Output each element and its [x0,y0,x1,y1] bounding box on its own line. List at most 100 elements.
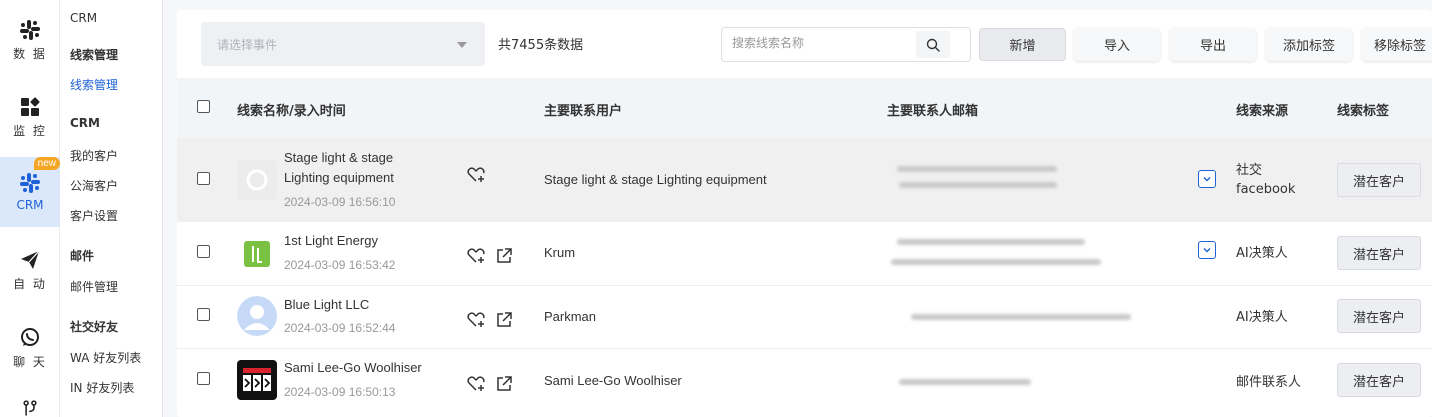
lead-tag-button[interactable]: 潜在客户 [1337,236,1421,270]
menu-group-social: 社交好友 [70,320,119,334]
new-badge: new [33,157,60,170]
table-header: 线索名称/录入时间 主要联系用户 主要联系人邮箱 线索来源 线索标签 [177,78,1432,138]
rail-label: 监 控 [13,123,47,138]
heart-plus-icon[interactable] [466,165,486,185]
menu-group-crm: CRM [70,116,100,130]
table-row[interactable]: Sami Lee-Go Woolhiser 2024-03-09 16:50:1… [177,349,1432,417]
rail-label: CRM [16,198,44,212]
rail-item-auto[interactable]: 自 动 [0,235,60,305]
rail-item-data[interactable]: 数 据 [0,5,60,75]
toolbar: 请选择事件 共7455条数据 新增 导入 导出 添加标签 移除标签 [177,10,1432,78]
expand-toggle[interactable] [1198,241,1216,259]
header-tag: 线索标签 [1337,104,1390,119]
contact-name: Parkman [544,309,597,324]
menu-item-leads[interactable]: 线索管理 [70,76,118,93]
slack-icon [20,19,40,40]
menu-item-wa-list[interactable]: WA 好友列表 [70,349,141,366]
menu-group-mail: 邮件 [70,249,95,263]
blurred-email [911,314,1131,320]
icon-rail: 数 据 监 控 new CRM 自 动 聊 天 [0,0,60,417]
lead-avatar [237,296,277,336]
header-source: 线索来源 [1236,104,1289,119]
chevron-down-icon [1203,248,1211,253]
lead-name[interactable]: 1st Light Energy [284,231,378,251]
expand-toggle[interactable] [1198,170,1216,188]
menu-item-public-customers[interactable]: 公海客户 [70,177,118,194]
external-link-icon[interactable] [494,374,514,394]
menu-item-mail-manage[interactable]: 邮件管理 [70,278,118,295]
export-button[interactable]: 导出 [1170,28,1256,61]
row-checkbox[interactable] [197,172,210,185]
row-checkbox[interactable] [197,245,210,258]
search-icon [926,38,940,52]
menu-group-leads: 线索管理 [70,48,119,62]
lead-source: AI决策人 [1236,310,1288,325]
rail-item-more[interactable] [0,380,60,417]
rail-item-crm[interactable]: new CRM [0,157,60,227]
heart-plus-icon[interactable] [466,374,486,394]
lead-time: 2024-03-09 16:50:13 [284,385,396,399]
search-button[interactable] [916,31,950,58]
lead-name-line1[interactable]: Stage light & stage [284,148,393,168]
lead-source-detail: facebook [1236,182,1296,197]
company-logo-icon [237,360,277,400]
default-logo-icon [237,160,277,200]
rail-label: 数 据 [13,46,47,61]
search-box [721,27,971,62]
rail-label: 聊 天 [13,354,47,369]
menu-item-my-customers[interactable]: 我的客户 [70,147,118,164]
total-count: 共7455条数据 [498,38,584,53]
secondary-menu: CRM 线索管理 线索管理 CRM 我的客户 公海客户 客户设置 邮件 邮件管理… [60,0,163,417]
table-row[interactable]: Blue Light LLC 2024-03-09 16:52:44 Parkm… [177,286,1432,349]
table-row[interactable]: Stage light & stage Lighting equipment 2… [177,138,1432,222]
blurred-email [897,239,1085,245]
lead-name[interactable]: Blue Light LLC [284,295,369,315]
lead-name[interactable]: Sami Lee-Go Woolhiser [284,358,422,378]
blurred-email [897,166,1057,172]
menu-crm-title[interactable]: CRM [70,11,97,25]
lead-source: 社交 [1236,163,1263,178]
external-link-icon[interactable] [494,246,514,266]
lead-source: AI决策人 [1236,246,1288,261]
lead-avatar [237,234,277,274]
lead-avatar [237,360,277,400]
contact-name: Krum [544,245,576,260]
lead-tag-button[interactable]: 潜在客户 [1337,299,1421,333]
import-button[interactable]: 导入 [1074,28,1160,61]
row-checkbox[interactable] [197,372,210,385]
rail-item-monitor[interactable]: 监 控 [0,82,60,152]
row-checkbox[interactable] [197,308,210,321]
menu-item-in-list[interactable]: IN 好友列表 [70,379,134,396]
event-select-placeholder: 请选择事件 [217,38,278,52]
remove-tag-button[interactable]: 移除标签 [1362,28,1432,61]
new-button[interactable]: 新增 [979,28,1066,61]
header-name: 线索名称/录入时间 [237,104,346,119]
lead-source: 邮件联系人 [1236,375,1302,390]
heart-plus-icon[interactable] [466,246,486,266]
heart-plus-icon[interactable] [466,310,486,330]
lead-name-line2[interactable]: Lighting equipment [284,168,394,188]
header-contact: 主要联系用户 [544,104,623,119]
event-select[interactable]: 请选择事件 [201,22,485,66]
contact-name: Sami Lee-Go Woolhiser [544,373,682,388]
lead-tag-button[interactable]: 潜在客户 [1337,363,1421,397]
external-link-icon[interactable] [494,310,514,330]
contact-name: Stage light & stage Lighting equipment [544,172,767,187]
table-row[interactable]: 1st Light Energy 2024-03-09 16:53:42 Kru… [177,222,1432,286]
main-panel: 请选择事件 共7455条数据 新增 导入 导出 添加标签 移除标签 线索名称/录… [177,10,1432,417]
lead-time: 2024-03-09 16:52:44 [284,321,396,335]
menu-item-customer-settings[interactable]: 客户设置 [70,207,118,224]
select-all-checkbox[interactable] [197,100,210,113]
chevron-down-icon [1203,177,1211,182]
lead-tag-button[interactable]: 潜在客户 [1337,163,1421,197]
lead-avatar [237,160,277,200]
whatsapp-icon [21,327,39,346]
rail-item-chat[interactable]: 聊 天 [0,313,60,383]
blurred-email [899,182,1057,188]
caret-down-icon [457,42,467,48]
search-input[interactable] [732,36,912,50]
company-logo-icon [237,234,277,274]
blurred-email [891,259,1101,265]
add-tag-button[interactable]: 添加标签 [1266,28,1352,61]
paper-plane-icon [21,250,40,269]
